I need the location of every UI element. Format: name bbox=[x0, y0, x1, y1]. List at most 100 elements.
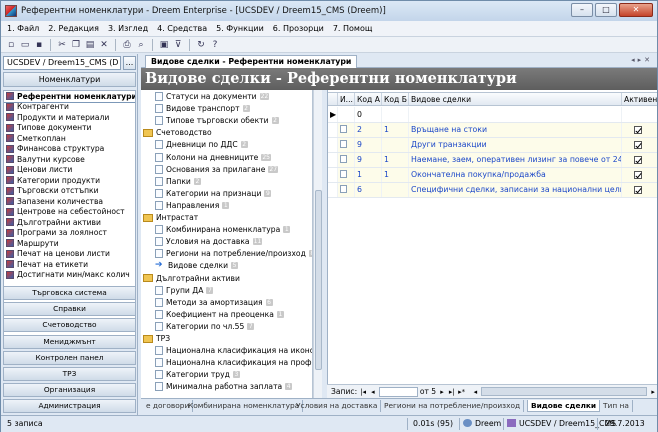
nav-item[interactable]: Валутни курсове bbox=[4, 154, 135, 165]
nav-item[interactable]: Ценови листи bbox=[4, 165, 135, 176]
tree-item[interactable]: Категории труд 3 bbox=[155, 369, 240, 380]
cell-code-a[interactable]: 9 bbox=[355, 153, 382, 167]
group-button[interactable]: Търговска система bbox=[3, 286, 136, 300]
column-header-code-a[interactable]: Код А bbox=[355, 93, 382, 105]
active-checkbox[interactable] bbox=[634, 126, 642, 134]
active-checkbox[interactable] bbox=[634, 141, 642, 149]
new-row-code-b[interactable] bbox=[382, 107, 409, 122]
tree-item[interactable]: Видове транспорт 2 bbox=[155, 103, 250, 114]
nav-item[interactable]: Финансова структура bbox=[4, 144, 135, 155]
group-button[interactable]: Организация bbox=[3, 383, 136, 398]
print-icon[interactable]: ⎙ bbox=[121, 39, 133, 51]
paste-icon[interactable]: ▤ bbox=[84, 39, 96, 51]
refresh-icon[interactable]: ↻ bbox=[195, 39, 207, 51]
nav-item[interactable]: Печат на етикети bbox=[4, 259, 135, 270]
cell-code-a[interactable]: 6 bbox=[355, 183, 382, 197]
cell-name[interactable]: Специфични сделки, записани за националн… bbox=[409, 183, 622, 197]
active-checkbox[interactable] bbox=[634, 156, 642, 164]
nav-item[interactable]: Запазени количества bbox=[4, 196, 135, 207]
nav-item[interactable]: Сметкоплан bbox=[4, 133, 135, 144]
table-row[interactable]: 6 Специфични сделки, записани за национал… bbox=[328, 183, 657, 198]
tree-item[interactable]: ➔ Видове сделки 5 bbox=[155, 260, 239, 271]
nav-item[interactable]: Търговски отстъпки bbox=[4, 186, 135, 197]
section-nomenclatures[interactable]: Номенклатури bbox=[3, 72, 136, 87]
table-row[interactable]: 9 Други транзакции bbox=[328, 138, 657, 153]
group-button[interactable]: Мениджмънт bbox=[3, 334, 136, 349]
column-header-code-b[interactable]: Код Б bbox=[382, 93, 409, 105]
help-icon[interactable]: ? bbox=[209, 39, 221, 51]
group-button[interactable]: Администрация bbox=[3, 399, 136, 414]
new-row-name[interactable] bbox=[409, 107, 622, 122]
tree-item[interactable]: Минимална работна заплата 4 bbox=[155, 381, 293, 392]
menu-help[interactable]: 7. Помощ bbox=[333, 24, 373, 33]
cell-code-b[interactable]: 1 bbox=[382, 153, 409, 167]
first-record-button[interactable]: |◂ bbox=[359, 388, 367, 396]
tree-item[interactable]: Типове търговски обекти 2 bbox=[155, 115, 279, 126]
cell-code-b[interactable] bbox=[382, 183, 409, 197]
horizontal-scrollbar[interactable] bbox=[481, 387, 648, 396]
group-button[interactable]: ТРЗ bbox=[3, 367, 136, 381]
tree-item[interactable]: Категории по чл.55 7 bbox=[155, 321, 255, 332]
tree-item[interactable]: Дневници по ДДС 2 bbox=[155, 139, 248, 150]
cell-active[interactable] bbox=[622, 183, 657, 197]
active-checkbox[interactable] bbox=[634, 186, 642, 194]
nav-item[interactable]: Достигнати мин/макс колич bbox=[4, 270, 135, 281]
column-header-id[interactable]: И... bbox=[338, 93, 355, 105]
nav-item[interactable]: Печат на ценови листи bbox=[4, 249, 135, 260]
nav-item[interactable]: Контрагенти bbox=[4, 102, 135, 113]
tree-folder[interactable]: ТРЗ bbox=[143, 333, 170, 344]
nav-item[interactable]: Маршрути bbox=[4, 238, 135, 249]
tree-item[interactable]: Национална класификация на профес bbox=[155, 357, 312, 368]
cell-name[interactable]: Окончателна покупка/продажба bbox=[409, 168, 622, 182]
nav-item[interactable]: Програми за лоялност bbox=[4, 228, 135, 239]
bottom-tab[interactable]: Тип на bbox=[600, 400, 633, 412]
cell-active[interactable] bbox=[622, 153, 657, 167]
copy-icon[interactable]: ❐ bbox=[70, 39, 82, 51]
nav-item[interactable]: Продукти и материали bbox=[4, 112, 135, 123]
cell-name[interactable]: Наемане, заем, оперативен лизинг за пове… bbox=[409, 153, 622, 167]
cell-active[interactable] bbox=[622, 168, 657, 182]
new-row-id[interactable] bbox=[338, 107, 355, 122]
tree-item[interactable]: Методи за амортизация 6 bbox=[155, 297, 273, 308]
tree-folder[interactable]: Интрастат bbox=[143, 212, 198, 223]
cell-code-b[interactable] bbox=[382, 138, 409, 152]
nav-item[interactable]: Референтни номенклатури bbox=[4, 91, 135, 103]
tree-item[interactable]: Направления 1 bbox=[155, 200, 230, 211]
menu-file[interactable]: 1. Файл bbox=[7, 24, 39, 33]
cell-code-b[interactable]: 1 bbox=[382, 123, 409, 137]
menu-functions[interactable]: 5. Функции bbox=[216, 24, 264, 33]
new-row-active[interactable] bbox=[622, 107, 657, 122]
tree-item[interactable]: Национална класификация на иконом bbox=[155, 345, 312, 356]
last-record-button[interactable]: ▸| bbox=[448, 388, 456, 396]
database-browse-button[interactable]: ... bbox=[123, 56, 136, 70]
tree-item[interactable]: Региони на потребление/произход8 bbox=[155, 248, 312, 259]
new-row-code-a[interactable]: 0 bbox=[355, 107, 382, 122]
tree-folder[interactable]: Счетоводство bbox=[143, 127, 212, 138]
tree-item[interactable]: Основания за прилагане 27 bbox=[155, 164, 279, 175]
maximize-button[interactable]: □ bbox=[595, 3, 617, 17]
column-header-name[interactable]: Видове сделки bbox=[409, 93, 622, 105]
tree-item[interactable]: Статуси на документи 22 bbox=[155, 91, 270, 102]
menu-tools[interactable]: 4. Средства bbox=[157, 24, 207, 33]
title-bar[interactable]: Референтни номенклатури - Dreem Enterpri… bbox=[1, 1, 657, 21]
print-preview-icon[interactable]: ⌕ bbox=[135, 39, 147, 51]
active-checkbox[interactable] bbox=[634, 171, 642, 179]
bottom-tab[interactable]: Региони на потребление/произход bbox=[381, 400, 525, 412]
cut-icon[interactable]: ✂ bbox=[56, 39, 68, 51]
next-record-button[interactable]: ▸ bbox=[438, 388, 446, 396]
table-row[interactable]: 9 1 Наемане, заем, оперативен лизинг за по… bbox=[328, 153, 657, 168]
table-row[interactable]: 1 1 Окончателна покупка/продажба bbox=[328, 168, 657, 183]
minimize-button[interactable]: – bbox=[571, 3, 593, 17]
menu-edit[interactable]: 2. Редакция bbox=[48, 24, 99, 33]
new-row[interactable]: ▶ 0 bbox=[328, 107, 657, 123]
tree-item[interactable]: Комбинирана номенклатура 1 bbox=[155, 224, 291, 235]
save-icon[interactable]: ▪ bbox=[33, 39, 45, 51]
menu-view[interactable]: 3. Изглед bbox=[108, 24, 148, 33]
cell-name[interactable]: Други транзакции bbox=[409, 138, 622, 152]
scroll-right-icon[interactable]: ▸ bbox=[649, 388, 657, 396]
new-record-button[interactable]: ▸* bbox=[458, 388, 466, 396]
tree-item[interactable]: Коефициент на преоценка 1 bbox=[155, 309, 284, 320]
scroll-left-icon[interactable]: ◂ bbox=[472, 388, 480, 396]
tree-item[interactable]: Колони на дневниците 25 bbox=[155, 152, 271, 163]
tab-transaction-types[interactable]: Видове сделки - Референтни номенклатури bbox=[145, 55, 358, 68]
